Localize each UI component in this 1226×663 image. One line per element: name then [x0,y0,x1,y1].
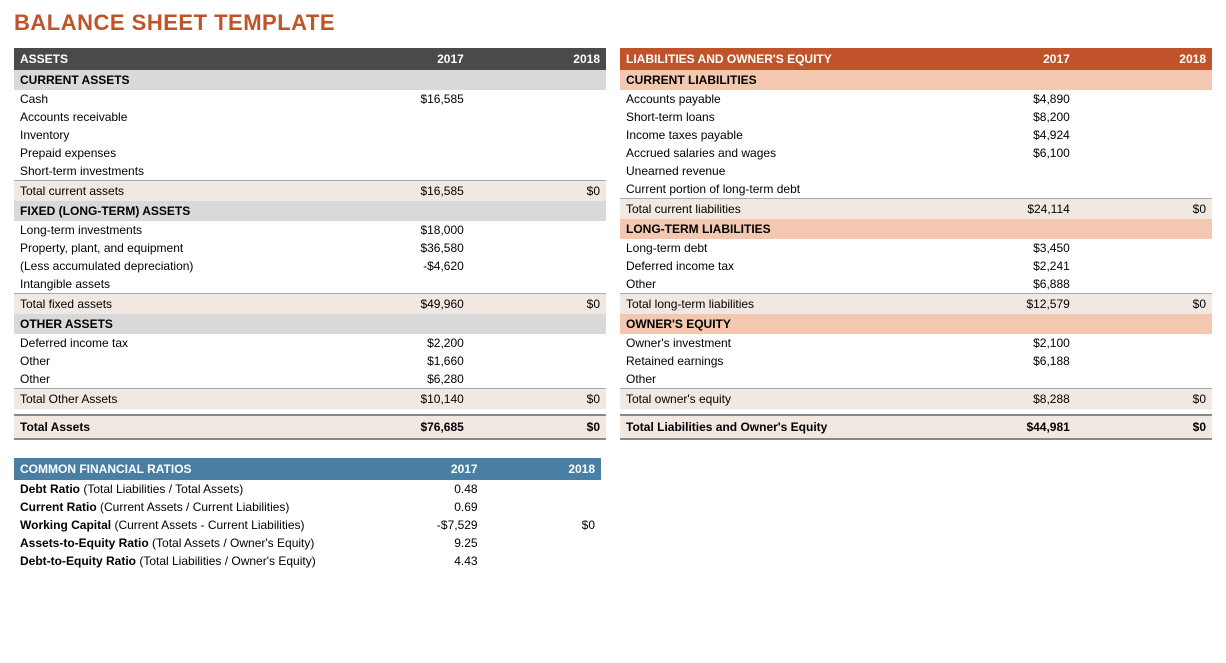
owners-equity-section-row: OWNER'S EQUITY [620,314,1212,334]
table-row: Property, plant, and equipment $36,580 [14,239,606,257]
table-row: Assets-to-Equity Ratio (Total Assets / O… [14,534,601,552]
long-term-liabilities-total-row: Total long-term liabilities $12,579 $0 [620,294,1212,315]
ratios-header-label: COMMON FINANCIAL RATIOS [14,458,366,480]
table-row: Deferred income tax $2,241 [620,257,1212,275]
current-assets-label: CURRENT ASSETS [14,70,606,90]
ratio-desc: (Current Assets - Current Liabilities) [111,518,304,532]
table-row: Current portion of long-term debt [620,180,1212,199]
owners-equity-total-row: Total owner's equity $8,288 $0 [620,389,1212,410]
table-row: Accrued salaries and wages $6,100 [620,144,1212,162]
ratio-desc: (Total Liabilities / Total Assets) [80,482,243,496]
ratios-header-row: COMMON FINANCIAL RATIOS 2017 2018 [14,458,601,480]
assets-header-row: ASSETS 2017 2018 [14,48,606,70]
liabilities-year2-header: 2018 [1076,48,1212,70]
table-row: Intangible assets [14,275,606,294]
table-row: Income taxes payable $4,924 [620,126,1212,144]
table-row: Unearned revenue [620,162,1212,180]
current-liabilities-label: CURRENT LIABILITIES [620,70,1212,90]
total-liabilities-equity-row: Total Liabilities and Owner's Equity $44… [620,415,1212,439]
other-assets-total-row: Total Other Assets $10,140 $0 [14,389,606,410]
table-row: Inventory [14,126,606,144]
table-row: Long-term debt $3,450 [620,239,1212,257]
main-grid: ASSETS 2017 2018 CURRENT ASSETS Cash $16… [14,48,1212,440]
fixed-assets-total-row: Total fixed assets $49,960 $0 [14,294,606,315]
ratio-desc: (Current Assets / Current Liabilities) [97,500,290,514]
ratios-table: COMMON FINANCIAL RATIOS 2017 2018 Debt R… [14,458,601,570]
long-term-liabilities-label: LONG-TERM LIABILITIES [620,219,1212,239]
ratio-bold-label: Debt-to-Equity Ratio [20,554,136,568]
table-row: Short-term investments [14,162,606,181]
table-row: Other $1,660 [14,352,606,370]
ratio-bold-label: Current Ratio [20,500,97,514]
table-row: Owner's investment $2,100 [620,334,1212,352]
assets-year2-header: 2018 [470,48,606,70]
ratio-bold-label: Working Capital [20,518,111,532]
ratios-year2-header: 2018 [484,458,601,480]
ratios-section: COMMON FINANCIAL RATIOS 2017 2018 Debt R… [14,458,601,570]
fixed-assets-label: FIXED (LONG-TERM) ASSETS [14,201,606,221]
liabilities-header-row: LIABILITIES AND OWNER'S EQUITY 2017 2018 [620,48,1212,70]
assets-header-label: ASSETS [14,48,340,70]
ratio-desc: (Total Assets / Owner's Equity) [149,536,315,550]
owners-equity-label: OWNER'S EQUITY [620,314,1212,334]
page-title: BALANCE SHEET TEMPLATE [14,10,1212,36]
liabilities-section: LIABILITIES AND OWNER'S EQUITY 2017 2018… [620,48,1212,440]
table-row: Short-term loans $8,200 [620,108,1212,126]
ratio-bold-label: Debt Ratio [20,482,80,496]
table-row: Long-term investments $18,000 [14,221,606,239]
ratios-year1-header: 2017 [366,458,483,480]
long-term-liabilities-section-row: LONG-TERM LIABILITIES [620,219,1212,239]
total-assets-row: Total Assets $76,685 $0 [14,415,606,439]
table-row: Cash $16,585 [14,90,606,108]
table-row: Retained earnings $6,188 [620,352,1212,370]
assets-year1-header: 2017 [340,48,470,70]
table-row: Debt Ratio (Total Liabilities / Total As… [14,480,601,498]
table-row: Other [620,370,1212,389]
current-liabilities-total-row: Total current liabilities $24,114 $0 [620,199,1212,220]
liabilities-table: LIABILITIES AND OWNER'S EQUITY 2017 2018… [620,48,1212,440]
table-row: Deferred income tax $2,200 [14,334,606,352]
ratio-desc: (Total Liabilities / Owner's Equity) [136,554,316,568]
table-row: Accounts payable $4,890 [620,90,1212,108]
other-assets-section-row: OTHER ASSETS [14,314,606,334]
assets-table: ASSETS 2017 2018 CURRENT ASSETS Cash $16… [14,48,606,440]
liabilities-year1-header: 2017 [946,48,1076,70]
fixed-assets-section-row: FIXED (LONG-TERM) ASSETS [14,201,606,221]
assets-section: ASSETS 2017 2018 CURRENT ASSETS Cash $16… [14,48,606,440]
table-row: Debt-to-Equity Ratio (Total Liabilities … [14,552,601,570]
table-row: Other $6,888 [620,275,1212,294]
table-row: Current Ratio (Current Assets / Current … [14,498,601,516]
current-assets-total-row: Total current assets $16,585 $0 [14,181,606,202]
other-assets-label: OTHER ASSETS [14,314,606,334]
current-liabilities-section-row: CURRENT LIABILITIES [620,70,1212,90]
current-assets-section-row: CURRENT ASSETS [14,70,606,90]
table-row: Other $6,280 [14,370,606,389]
table-row: Accounts receivable [14,108,606,126]
liabilities-header-label: LIABILITIES AND OWNER'S EQUITY [620,48,946,70]
table-row: Working Capital (Current Assets - Curren… [14,516,601,534]
table-row: Prepaid expenses [14,144,606,162]
table-row: (Less accumulated depreciation) -$4,620 [14,257,606,275]
ratio-bold-label: Assets-to-Equity Ratio [20,536,149,550]
